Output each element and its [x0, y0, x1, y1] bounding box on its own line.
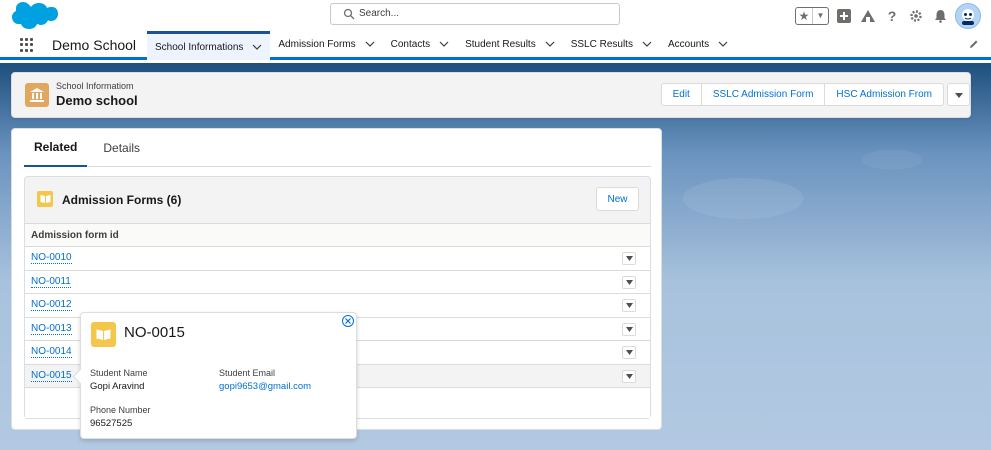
admission-form-link[interactable]: NO-0015: [31, 370, 72, 382]
record-actions: Edit SSLC Admission Form HSC Admission F…: [660, 83, 944, 106]
star-icon[interactable]: ★: [796, 8, 812, 24]
student-name-field: Student Name Gopi Aravind: [90, 368, 148, 392]
app-launcher-icon[interactable]: [20, 38, 34, 52]
nav-tab-student-results[interactable]: Student Results: [457, 31, 563, 57]
chevron-down-icon[interactable]: [545, 39, 555, 49]
record-hover-popover: NO-0015 Student Name Gopi Aravind Studen…: [72, 312, 357, 439]
admission-form-link[interactable]: NO-0013: [31, 323, 72, 335]
gear-icon[interactable]: [907, 7, 925, 25]
nav-tab-label: Contacts: [390, 38, 431, 50]
salesforce-logo[interactable]: [12, 2, 58, 29]
chevron-down-icon[interactable]: ▼: [812, 7, 828, 24]
related-list-header: Admission Forms (6) New: [25, 177, 650, 223]
admission-form-link[interactable]: NO-0010: [31, 252, 72, 265]
school-building-icon: [25, 83, 49, 107]
email-link[interactable]: gopi9653@gmail.com: [219, 381, 311, 392]
phone-number-field: Phone Number 96527525: [90, 405, 151, 429]
chevron-down-icon[interactable]: [252, 42, 262, 52]
app-name: Demo School: [52, 37, 137, 53]
nav-tab-school-informations[interactable]: School Informations: [147, 31, 271, 60]
nav-tab-label: SSLC Results: [570, 38, 633, 50]
chevron-down-icon[interactable]: [365, 39, 375, 49]
hsc-admission-form-button[interactable]: HSC Admission From: [825, 83, 944, 106]
new-button[interactable]: New: [596, 187, 639, 211]
nav-tab-label: Accounts: [667, 38, 710, 50]
student-email-field: Student Email gopi9653@gmail.com: [219, 368, 311, 392]
chevron-down-icon[interactable]: [439, 39, 449, 49]
record-type-label: School Informatiom: [56, 81, 134, 91]
sslc-admission-form-button[interactable]: SSLC Admission Form: [701, 83, 826, 106]
global-actions-icon[interactable]: [835, 7, 853, 25]
book-icon: [91, 322, 116, 347]
edit-nav-pencil-icon[interactable]: [969, 39, 979, 49]
search-placeholder: Search...: [359, 8, 400, 19]
row-actions-button[interactable]: [622, 299, 636, 312]
nav-tab-accounts[interactable]: Accounts: [660, 31, 736, 57]
more-actions-button[interactable]: [947, 83, 970, 106]
edit-button[interactable]: Edit: [660, 83, 702, 106]
field-label: Student Name: [90, 368, 148, 378]
favorites-button[interactable]: ★ ▼: [795, 6, 829, 25]
nav-tab-contacts[interactable]: Contacts: [383, 31, 457, 57]
user-avatar[interactable]: [955, 2, 981, 29]
nav-tabs: School Informations Admission Forms Cont…: [147, 31, 736, 60]
table-row: NO-0011: [25, 270, 650, 294]
record-header: School Informatiom Demo school Edit SSLC…: [11, 72, 971, 118]
search-icon: [343, 8, 355, 20]
chevron-down-icon[interactable]: [642, 39, 652, 49]
admission-form-link[interactable]: NO-0011: [31, 276, 71, 288]
field-value: Gopi Aravind: [90, 381, 145, 392]
admission-form-link[interactable]: NO-0012: [31, 299, 72, 312]
row-actions-button[interactable]: [622, 275, 636, 289]
row-actions-button[interactable]: [622, 322, 636, 336]
tab-related[interactable]: Related: [24, 129, 88, 167]
nav-tab-label: Admission Forms: [278, 38, 356, 50]
admission-form-link[interactable]: NO-0014: [31, 346, 72, 359]
nav-tab-label: School Informations: [155, 41, 244, 53]
related-list-title[interactable]: Admission Forms (6): [62, 193, 181, 207]
record-tabs: Related Details: [24, 129, 651, 167]
book-icon: [37, 191, 53, 207]
row-actions-button[interactable]: [622, 346, 636, 359]
chevron-down-icon[interactable]: [718, 39, 728, 49]
nav-tab-sslc-results[interactable]: SSLC Results: [563, 31, 660, 57]
tab-details[interactable]: Details: [93, 129, 150, 167]
nav-tab-label: Student Results: [465, 38, 536, 50]
popover-title[interactable]: NO-0015: [124, 324, 185, 341]
table-row: NO-0010: [25, 247, 650, 271]
row-actions-button[interactable]: [622, 369, 636, 383]
app-navigation-bar: Demo School School Informations Admissio…: [0, 31, 991, 60]
global-header: Search... ★ ▼ ?: [0, 0, 991, 31]
field-value: 96527525: [90, 418, 133, 429]
field-label: Student Email: [219, 368, 276, 378]
field-label: Phone Number: [90, 405, 151, 415]
header-utility-icons: ★ ▼ ?: [795, 0, 981, 31]
caret-down-icon: [954, 92, 963, 98]
nav-tab-admission-forms[interactable]: Admission Forms: [270, 31, 382, 57]
record-title: Demo school: [56, 93, 138, 108]
help-icon[interactable]: ?: [883, 7, 901, 25]
trailhead-icon[interactable]: [859, 7, 877, 25]
close-icon[interactable]: [342, 315, 354, 327]
global-search[interactable]: Search...: [330, 3, 620, 25]
notifications-bell-icon[interactable]: [931, 7, 949, 25]
column-header-admission-form-id[interactable]: Admission form id: [25, 223, 650, 247]
row-actions-button[interactable]: [622, 252, 636, 265]
